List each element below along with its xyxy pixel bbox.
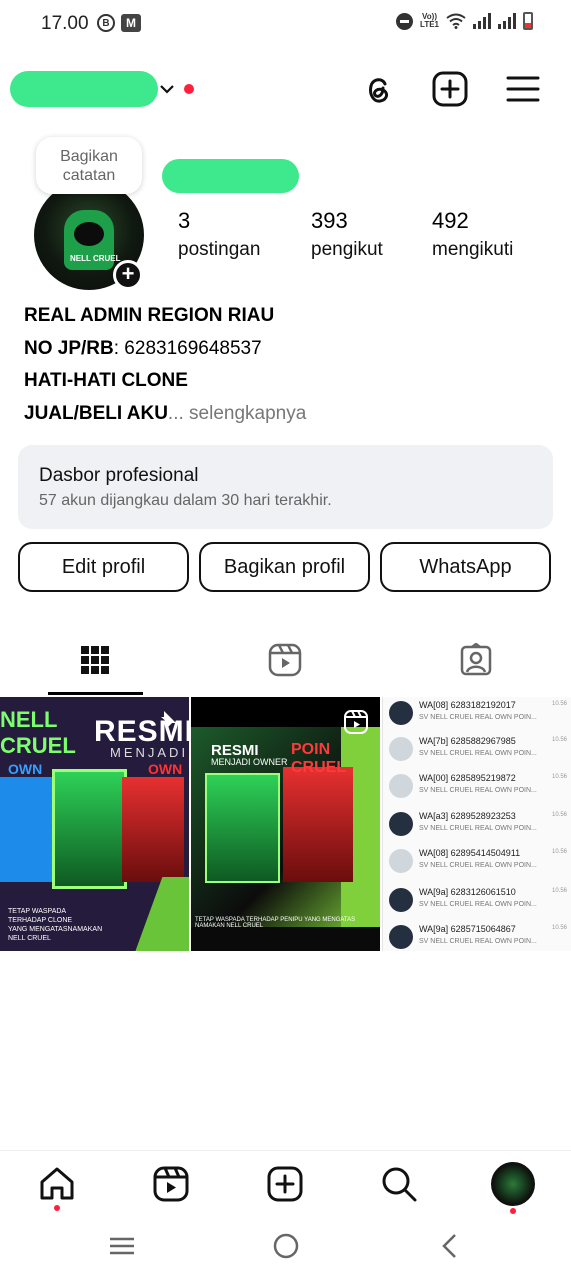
post-thumbnail-3[interactable]: WA[08] 6283182192017 SV NELL CRUEL REAL …: [382, 697, 571, 951]
active-tab-indicator: [48, 692, 143, 695]
post-text: OWN: [8, 761, 43, 777]
stat-label: mengikuti: [432, 239, 514, 260]
post-thumbnail-2[interactable]: RESMI MENJADI OWNER POIN CRUEL TETAP WAS…: [191, 697, 380, 951]
followers-stat[interactable]: 393 pengikut: [311, 207, 383, 265]
home-icon[interactable]: [38, 1165, 76, 1203]
tagged-icon[interactable]: [459, 643, 493, 677]
dashboard-title: Dasbor profesional: [39, 465, 199, 486]
wifi-icon: [446, 13, 466, 29]
see-more-link[interactable]: ... selengkapnya: [168, 403, 306, 424]
note-bubble[interactable]: Bagikan catatan: [36, 137, 142, 194]
professional-dashboard[interactable]: Dasbor profesional 57 akun dijangkau dal…: [18, 445, 553, 529]
stat-number: 393: [311, 208, 348, 233]
status-time: 17.00: [41, 13, 89, 34]
display-name-redacted: [162, 159, 299, 193]
recent-apps-icon[interactable]: [108, 1232, 136, 1260]
menu-icon[interactable]: [504, 70, 542, 108]
post-text: TETAP WASPADA TERHADAP PENIPU YANG MENGA…: [195, 917, 356, 929]
bio-line-2: NO JP/RB: 6283169648537: [24, 338, 262, 359]
profile-avatar[interactable]: [491, 1162, 535, 1206]
dashboard-subtitle: 57 akun dijangkau dalam 30 hari terakhir…: [39, 492, 332, 509]
battery-low-icon: [523, 12, 533, 30]
volte-icon: Vo)) LTE1: [420, 12, 439, 29]
grid-icon[interactable]: [78, 643, 112, 677]
whatsapp-button[interactable]: WhatsApp: [380, 542, 551, 592]
reel-badge-icon: [344, 710, 368, 734]
create-post-icon[interactable]: [431, 70, 469, 108]
home-button-icon[interactable]: [272, 1232, 300, 1260]
bio-line-3: HATI-HATI CLONE: [24, 370, 188, 391]
post-text: NELL CRUEL: [0, 707, 76, 758]
home-notification-dot: [54, 1205, 60, 1211]
chat-row: WA[7b] 6285882967985 SV NELL CRUEL REAL …: [387, 735, 569, 771]
stat-number: 492: [432, 208, 469, 233]
post-thumbnail-1[interactable]: NELL CRUEL RESMI MENJADI OWN OWN TETAP W…: [0, 697, 189, 951]
create-icon[interactable]: [266, 1165, 304, 1203]
stat-number: 3: [178, 208, 191, 233]
threads-icon[interactable]: [359, 70, 397, 108]
edit-profile-button[interactable]: Edit profil: [18, 542, 189, 592]
signal-icon: [473, 13, 491, 29]
b-circle-icon: B: [97, 14, 115, 32]
pin-icon: [161, 711, 176, 728]
dnd-icon: [396, 12, 414, 30]
bio-line-1: REAL ADMIN REGION RIAU: [24, 305, 275, 326]
post-text: MENJADI OWNER: [211, 757, 288, 767]
chat-row: WA[00] 6285895219872 SV NELL CRUEL REAL …: [387, 772, 569, 808]
chevron-down-icon[interactable]: [158, 80, 176, 98]
reels-icon[interactable]: [152, 1165, 190, 1203]
status-bar: 17.00 B M Vo)) LTE1: [0, 0, 571, 48]
posts-stat[interactable]: 3 postingan: [178, 207, 260, 265]
add-story-icon[interactable]: +: [113, 260, 143, 290]
search-icon[interactable]: [380, 1165, 418, 1203]
reels-icon[interactable]: [268, 643, 302, 677]
chat-row: WA[a3] 6289528923253 SV NELL CRUEL REAL …: [387, 810, 569, 846]
post-text: POIN CRUEL: [291, 741, 347, 776]
m-app-icon: M: [121, 14, 141, 32]
post-text: MENJADI: [110, 745, 189, 760]
notification-dot: [184, 84, 194, 94]
username-redacted[interactable]: [10, 71, 158, 107]
note-bubble-text: Bagikan catatan: [60, 148, 118, 184]
bio-line-4: JUAL/BELI AKU... selengkapnya: [24, 403, 307, 424]
post-text: TETAP WASPADA TERHADAP CLONE YANG MENGAT…: [8, 908, 103, 942]
post-text: OWN: [148, 761, 183, 777]
stat-label: pengikut: [311, 239, 383, 260]
signal-icon: [498, 13, 516, 29]
chat-row: WA[9a] 6285715064867 SV NELL CRUEL REAL …: [387, 923, 569, 951]
profile-notification-dot: [510, 1208, 516, 1214]
following-stat[interactable]: 492 mengikuti: [432, 207, 513, 265]
chat-row: WA[08] 6283182192017 SV NELL CRUEL REAL …: [387, 699, 569, 735]
stat-label: postingan: [178, 239, 261, 260]
back-icon[interactable]: [436, 1232, 464, 1260]
chat-row: WA[9a] 6283126061510 SV NELL CRUEL REAL …: [387, 886, 569, 922]
share-profile-button[interactable]: Bagikan profil: [199, 542, 370, 592]
chat-row: WA[08] 62895414504911 SV NELL CRUEL REAL…: [387, 847, 569, 883]
